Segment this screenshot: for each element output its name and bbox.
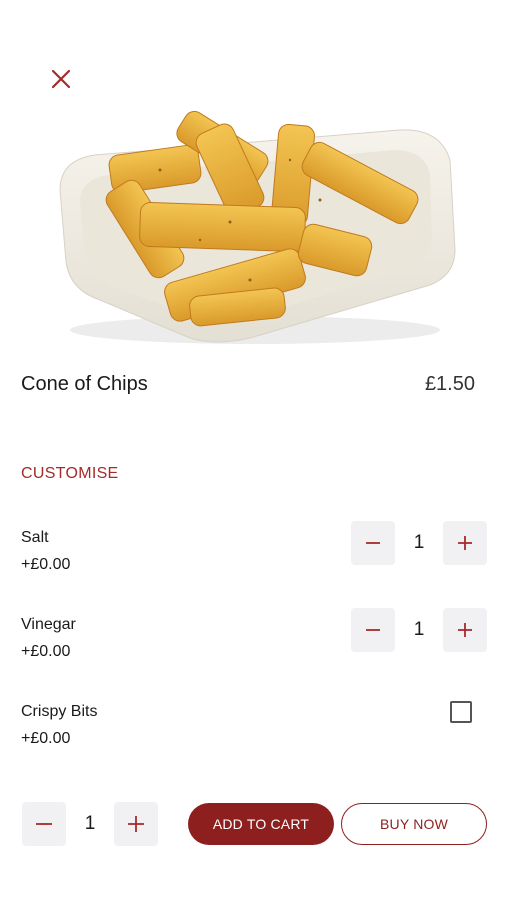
buy-now-button[interactable]: BUY NOW: [341, 803, 487, 845]
option-vinegar: Vinegar +£0.00 1: [21, 608, 487, 672]
product-title: Cone of Chips: [21, 373, 148, 395]
customise-heading: CUSTOMISE: [21, 465, 119, 482]
option-name: Crispy Bits: [21, 703, 98, 720]
crispy-bits-checkbox[interactable]: [450, 701, 472, 723]
plus-icon: [458, 536, 472, 550]
option-name: Salt: [21, 529, 49, 546]
quantity-value: 1: [413, 532, 425, 553]
product-price: £1.50: [424, 373, 475, 395]
option-salt: Salt +£0.00 1: [21, 521, 487, 585]
increment-button[interactable]: [443, 521, 487, 565]
minus-icon: [366, 542, 380, 544]
quantity-stepper: 1: [351, 608, 487, 652]
option-price: +£0.00: [21, 643, 71, 660]
close-button[interactable]: [44, 62, 78, 96]
decrement-button[interactable]: [351, 608, 395, 652]
decrement-button[interactable]: [22, 802, 66, 846]
add-to-cart-button[interactable]: ADD TO CART: [188, 803, 334, 845]
quantity-value: 1: [84, 813, 96, 834]
minus-icon: [366, 629, 380, 631]
option-price: +£0.00: [21, 730, 71, 747]
quantity-value: 1: [413, 619, 425, 640]
option-name: Vinegar: [21, 616, 76, 633]
order-quantity-stepper: 1: [22, 802, 158, 846]
decrement-button[interactable]: [351, 521, 395, 565]
increment-button[interactable]: [114, 802, 158, 846]
plus-icon: [458, 623, 472, 637]
increment-button[interactable]: [443, 608, 487, 652]
close-icon: [51, 69, 71, 89]
quantity-stepper: 1: [351, 521, 487, 565]
minus-icon: [36, 823, 52, 825]
option-price: +£0.00: [21, 556, 71, 573]
option-crispy-bits: Crispy Bits +£0.00: [21, 701, 487, 759]
plus-icon: [128, 816, 144, 832]
product-image: [0, 0, 507, 350]
